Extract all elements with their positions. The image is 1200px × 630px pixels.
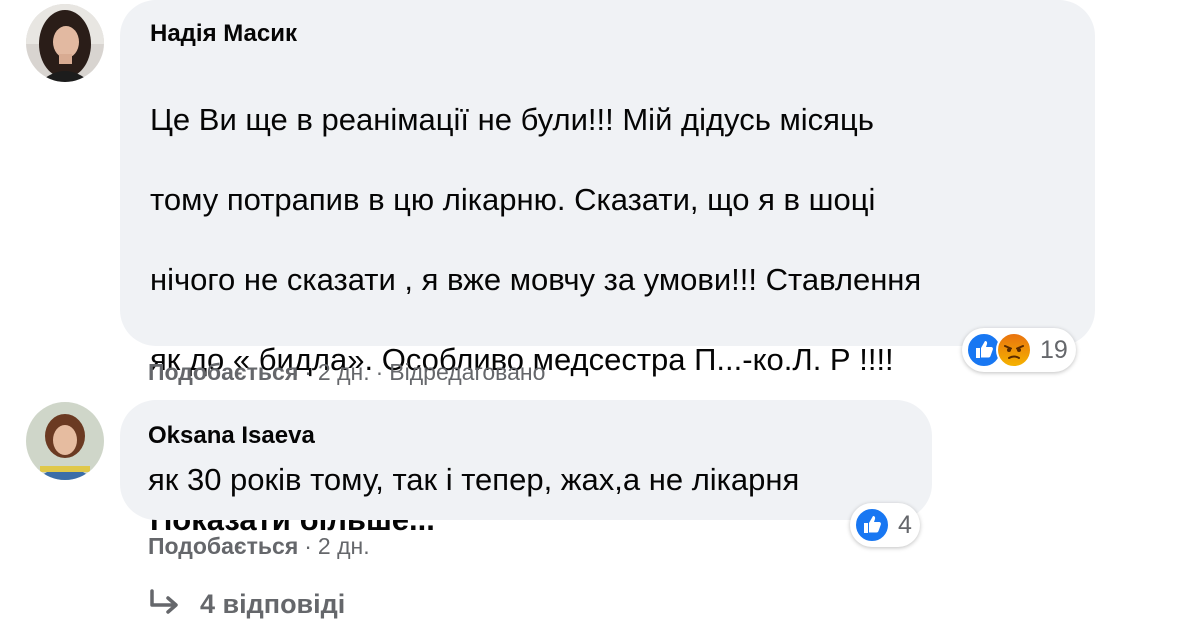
- replies-count-label: 4 відповіді: [200, 589, 346, 619]
- avatar[interactable]: [26, 402, 104, 480]
- comment-meta: Подобається · 2 дн.: [148, 532, 370, 560]
- comment-author[interactable]: Oksana Isaeva: [148, 422, 932, 450]
- separator-dot: ·: [304, 359, 312, 385]
- comment-author[interactable]: Надія Масик: [150, 20, 1095, 48]
- comment-text-line: Це Ви ще в реанімації не були!!! Мій дід…: [150, 102, 874, 137]
- view-replies-link[interactable]: 4 відповіді: [148, 586, 345, 622]
- reply-arrow-icon: [150, 589, 178, 614]
- like-button[interactable]: Подобається: [148, 533, 298, 559]
- like-button[interactable]: Подобається: [148, 359, 298, 385]
- edited-label[interactable]: Відредаговано: [389, 359, 545, 385]
- angry-icon: [996, 332, 1032, 368]
- comment-text: як 30 років тому, так і тепер, жах,а не …: [148, 462, 800, 497]
- comment-meta: Подобається · 2 дн. · Відредаговано: [148, 358, 545, 386]
- avatar[interactable]: [26, 4, 104, 82]
- separator-dot: ·: [304, 533, 312, 559]
- comment-time[interactable]: 2 дн.: [318, 359, 370, 385]
- comment-time[interactable]: 2 дн.: [318, 533, 370, 559]
- reactions-summary[interactable]: 4: [850, 503, 920, 547]
- separator-dot: ·: [375, 359, 384, 385]
- comment-text-line: тому потрапив в цю лікарню. Сказати, що …: [150, 182, 876, 217]
- comment-bubble: Надія Масик Це Ви ще в реанімації не бул…: [120, 0, 1095, 537]
- comment-text-line: нічого не сказати , я вже мовчу за умови…: [150, 262, 922, 297]
- reactions-summary[interactable]: 19: [962, 328, 1076, 372]
- comments-section: Надія Масик Це Ви ще в реанімації не бул…: [0, 0, 1200, 630]
- reaction-count: 19: [1040, 335, 1068, 364]
- like-icon: [854, 507, 890, 543]
- reaction-count: 4: [898, 510, 912, 539]
- comment-bubble: Oksana Isaeva як 30 років тому, так і те…: [120, 400, 932, 520]
